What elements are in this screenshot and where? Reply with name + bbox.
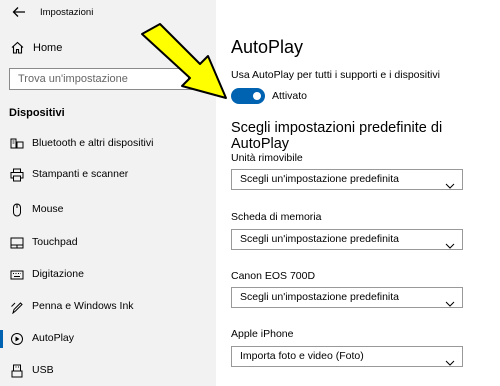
canon-camera-label: Canon EOS 700D	[231, 270, 316, 282]
bluetooth-devices-icon	[10, 137, 24, 151]
sidebar-item-label: Mouse	[32, 203, 64, 215]
apple-iphone-label: Apple iPhone	[231, 328, 294, 340]
sidebar-item-label: Bluetooth e altri dispositivi	[32, 137, 154, 149]
removable-drive-select[interactable]: Scegli un'impostazione predefinita	[231, 169, 463, 190]
select-value: Scegli un'impostazione predefinita	[240, 233, 400, 245]
autoplay-icon	[10, 332, 24, 346]
sidebar-item-typing[interactable]: Digitazione	[0, 264, 216, 286]
memory-card-label: Scheda di memoria	[231, 211, 322, 223]
sidebar-item-pen[interactable]: Penna e Windows Ink	[0, 296, 216, 318]
active-indicator	[0, 330, 3, 348]
sidebar-item-usb[interactable]: USB	[0, 360, 216, 382]
select-value: Importa foto e video (Foto)	[240, 350, 364, 362]
sidebar-item-printers[interactable]: Stampanti e scanner	[0, 164, 216, 186]
chevron-down-icon	[445, 236, 455, 249]
pen-icon	[10, 300, 24, 315]
sidebar-item-label: Stampanti e scanner	[32, 168, 129, 180]
sidebar-item-label: Touchpad	[32, 236, 78, 248]
back-arrow-icon[interactable]	[11, 4, 27, 20]
mouse-icon	[10, 203, 24, 217]
sidebar-item-touchpad[interactable]: Touchpad	[0, 232, 216, 254]
home-label: Home	[33, 42, 63, 54]
sidebar-item-autoplay[interactable]: AutoPlay	[0, 328, 216, 350]
annotation-arrow-icon	[141, 23, 227, 99]
defaults-section-title: Scegli impostazioni predefinite di AutoP…	[231, 120, 443, 152]
section-title-dispositivi: Dispositivi	[9, 107, 65, 119]
select-value: Scegli un'impostazione predefinita	[240, 173, 400, 185]
search-placeholder: Trova un'impostazione	[18, 73, 128, 85]
select-value: Scegli un'impostazione predefinita	[240, 291, 400, 303]
sidebar-item-bluetooth[interactable]: Bluetooth e altri dispositivi	[0, 133, 216, 155]
sidebar-item-label: AutoPlay	[32, 332, 75, 344]
touchpad-icon	[10, 236, 24, 250]
usb-icon	[10, 364, 24, 378]
sidebar-item-label: USB	[32, 364, 54, 376]
printer-icon	[10, 168, 24, 182]
memory-card-select[interactable]: Scegli un'impostazione predefinita	[231, 229, 463, 250]
toggle-knob	[253, 92, 261, 100]
home-icon	[11, 41, 24, 54]
sidebar-item-label: Penna e Windows Ink	[32, 300, 134, 312]
sidebar-item-mouse[interactable]: Mouse	[0, 199, 216, 221]
removable-drive-label: Unità rimovibile	[231, 152, 303, 164]
keyboard-icon	[10, 268, 24, 282]
autoplay-toggle-label: Usa AutoPlay per tutti i supporti e i di…	[231, 69, 440, 81]
page-title: AutoPlay	[231, 37, 304, 57]
sidebar-item-label: Digitazione	[32, 268, 84, 280]
autoplay-toggle-state: Attivato	[272, 90, 308, 102]
canon-camera-select[interactable]: Scegli un'impostazione predefinita	[231, 287, 463, 308]
chevron-down-icon	[445, 294, 455, 307]
window-title: Impostazioni	[40, 7, 94, 18]
apple-iphone-select[interactable]: Importa foto e video (Foto)	[231, 346, 463, 367]
chevron-down-icon	[445, 353, 455, 366]
chevron-down-icon	[445, 176, 455, 189]
